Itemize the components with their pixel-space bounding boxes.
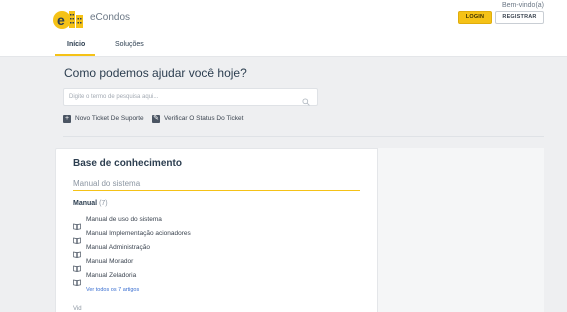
see-all-articles-link[interactable]: Ver todos os 7 artigos	[86, 287, 139, 293]
article-title: Manual Morador	[86, 258, 134, 265]
new-ticket-label: Novo Ticket De Suporte	[75, 115, 144, 122]
register-button[interactable]: REGISTRAR	[495, 11, 544, 24]
book-icon	[73, 273, 81, 286]
folder-name: Manual	[73, 200, 98, 207]
site-header: e eCondos Bem-vindo(a) LOGIN REGISTRAR I…	[0, 0, 567, 57]
active-tab-indicator	[55, 54, 95, 56]
search-icon[interactable]	[302, 93, 310, 106]
category-title[interactable]: Manual do sistema	[73, 179, 140, 188]
knowledge-base-sidebar	[377, 148, 544, 312]
svg-text:e: e	[57, 12, 65, 28]
ticket-icon: ✎	[152, 115, 160, 123]
plus-square-icon: +	[63, 115, 71, 123]
hero-title: Como podemos ajudar você hoje?	[64, 66, 247, 80]
category-underline	[73, 190, 360, 191]
folder-count: (7)	[99, 200, 108, 207]
brand-name: eCondos	[90, 12, 131, 23]
article-title: Manual Zeladoria	[86, 272, 137, 279]
welcome-text: Bem-vindo(a)	[501, 2, 544, 9]
book-icon	[73, 217, 81, 230]
section-divider	[63, 136, 544, 137]
article-title: Manual Implementação acionadores	[86, 230, 191, 237]
login-button[interactable]: LOGIN	[458, 11, 492, 24]
search-input[interactable]: Digite o termo de pesquisa aqui...	[63, 88, 318, 106]
tab-inicio[interactable]: Início	[67, 41, 85, 48]
book-icon	[73, 231, 81, 244]
book-icon	[73, 245, 81, 258]
tab-solucoes[interactable]: Soluções	[115, 41, 144, 48]
econdos-logo[interactable]: e	[53, 8, 85, 30]
knowledge-base-title: Base de conhecimento	[73, 158, 182, 169]
article-title: Manual Administração	[86, 244, 150, 251]
next-folder-title[interactable]: Vid	[73, 306, 82, 312]
search-placeholder: Digite o termo de pesquisa aqui...	[69, 94, 159, 100]
book-icon	[73, 259, 81, 272]
article-title: Manual de uso do sistema	[86, 216, 162, 223]
folder-title[interactable]: Manual (7)	[73, 200, 108, 207]
check-ticket-label: Verificar O Status Do Ticket	[164, 115, 244, 122]
